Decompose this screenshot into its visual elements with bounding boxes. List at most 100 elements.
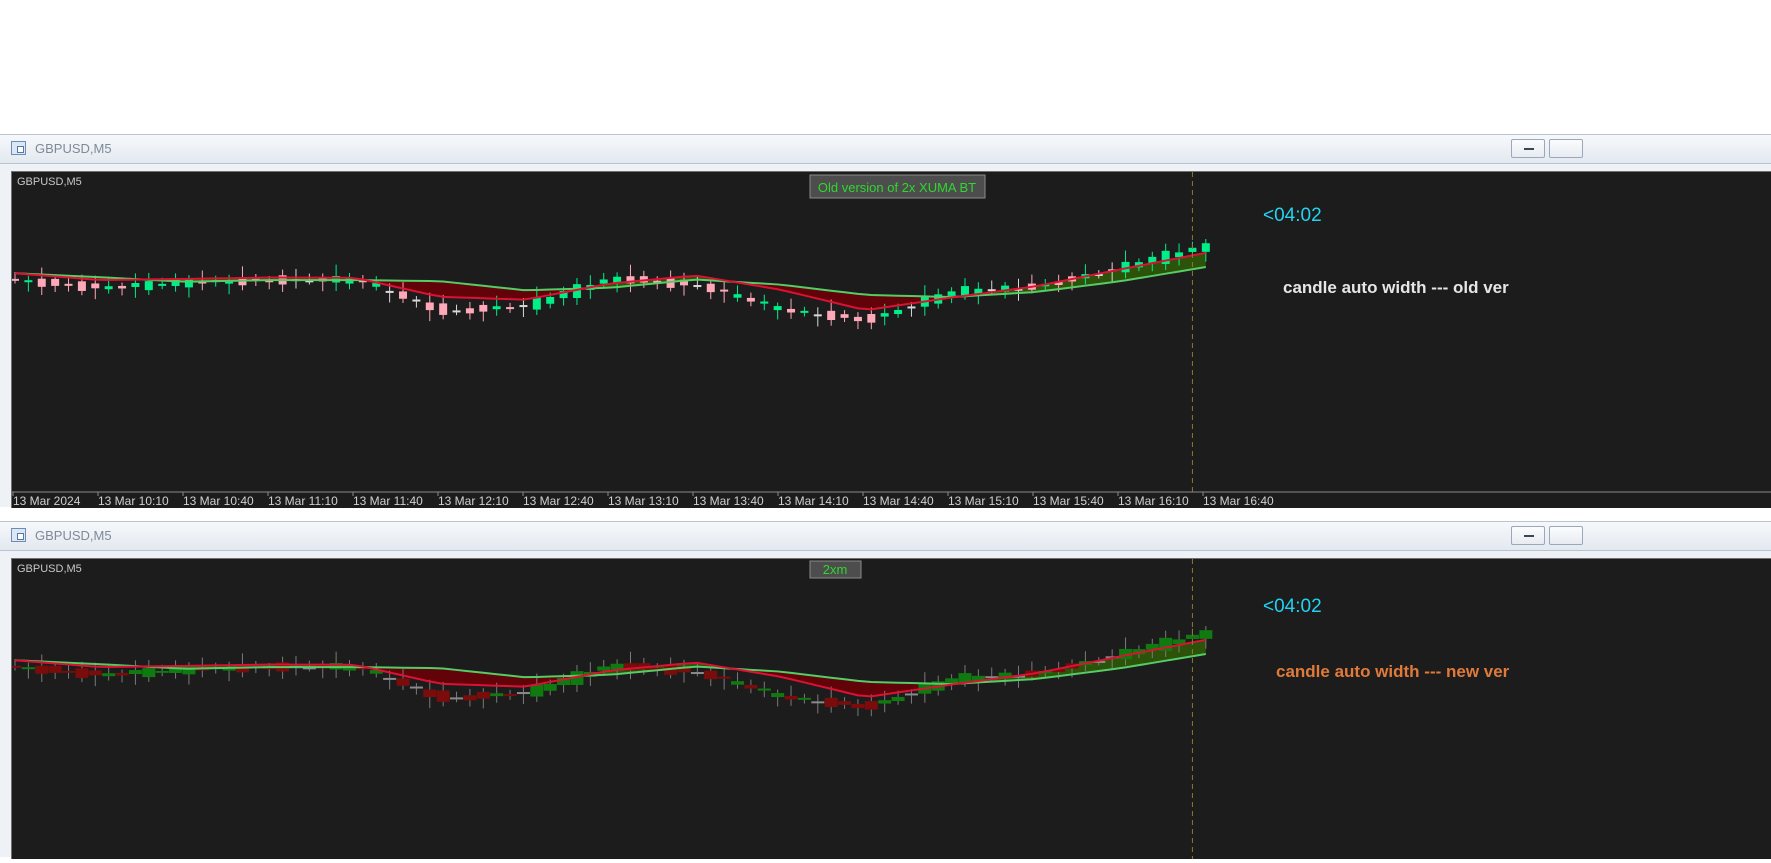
candle-body xyxy=(91,283,100,289)
candle-body xyxy=(184,279,193,288)
candle-body xyxy=(425,302,434,311)
minimize-icon xyxy=(1524,535,1534,537)
candle-body xyxy=(744,684,758,689)
candle-body xyxy=(51,278,60,286)
ma-ribbon-segment xyxy=(456,282,470,298)
indicator-banner-text: 2xm xyxy=(823,562,848,577)
candle-body xyxy=(853,316,862,322)
candle-body xyxy=(787,308,796,313)
candle-body xyxy=(102,673,116,677)
candle-body xyxy=(532,297,541,310)
candlestick-chart[interactable]: GBPUSD,M5 Old version of 2x XUMA BT <04:… xyxy=(12,172,1771,508)
candle-body xyxy=(824,697,838,708)
candle-body xyxy=(757,688,771,691)
candle-body xyxy=(907,306,916,309)
candle-body xyxy=(704,670,718,680)
candle-body xyxy=(21,667,35,670)
candle-body xyxy=(439,303,448,315)
candle-body xyxy=(690,672,704,675)
candle-body xyxy=(771,693,785,698)
candle-body xyxy=(490,693,504,697)
candle-body xyxy=(838,701,852,705)
chart-window-icon xyxy=(11,141,26,155)
time-axis-label: 13 Mar 12:40 xyxy=(523,494,594,508)
candle-body xyxy=(1175,252,1184,258)
time-axis-label: 13 Mar 12:10 xyxy=(438,494,509,508)
candle-body xyxy=(399,291,408,299)
window-title: GBPUSD,M5 xyxy=(35,141,112,156)
window-titlebar[interactable]: GBPUSD,M5 xyxy=(0,522,1771,551)
candle-body xyxy=(746,297,755,302)
maximize-button[interactable] xyxy=(1549,526,1583,545)
candle-body xyxy=(128,670,142,675)
candle-body xyxy=(24,280,33,283)
minimize-button[interactable] xyxy=(1511,139,1545,158)
candle-body xyxy=(383,677,397,680)
candle-body xyxy=(492,306,501,310)
chart-window-top[interactable]: GBPUSD,M5 GBPUSD,M5 Old version of 2x XU… xyxy=(0,134,1771,508)
window-title: GBPUSD,M5 xyxy=(35,528,112,543)
candle-body xyxy=(115,672,129,676)
candle-body xyxy=(519,305,528,308)
candle-body xyxy=(409,686,423,689)
symbol-label: GBPUSD,M5 xyxy=(17,563,82,575)
candle-body xyxy=(48,665,62,673)
candle-body xyxy=(452,310,461,313)
chart-window-bottom[interactable]: GBPUSD,M5 GBPUSD,M5 2xm <04:02 candle au… xyxy=(0,521,1771,859)
candle-body xyxy=(599,279,608,284)
ma-ribbon-segment xyxy=(857,680,872,697)
candle-body xyxy=(37,278,46,287)
candle-body xyxy=(760,301,769,304)
candle-body xyxy=(144,281,153,291)
candle-body xyxy=(155,670,169,673)
candle-body xyxy=(960,286,969,296)
candle-body xyxy=(773,306,782,311)
time-axis: 13 Mar 2024 13 Mar 10:10 13 Mar 10:40 13 Ma… xyxy=(12,491,1771,508)
time-axis-label: 13 Mar 14:10 xyxy=(778,494,849,508)
candle-body xyxy=(1199,630,1213,639)
ma-ribbon-segment xyxy=(857,293,872,310)
candle-body xyxy=(880,313,889,317)
candle-body xyxy=(77,281,86,291)
candle-body xyxy=(720,289,729,292)
minimize-icon xyxy=(1524,148,1534,150)
maximize-button[interactable] xyxy=(1549,139,1583,158)
candle-body xyxy=(597,666,611,671)
price-chart[interactable]: GBPUSD,M5 2xm <04:02 candle auto width -… xyxy=(11,558,1771,859)
candle-body xyxy=(543,684,557,691)
candle-body xyxy=(385,290,394,293)
candle-body xyxy=(158,283,167,286)
candle-body xyxy=(412,299,421,302)
candle-body xyxy=(827,310,836,321)
minimize-button[interactable] xyxy=(1511,526,1545,545)
time-axis-label: 13 Mar 15:10 xyxy=(948,494,1019,508)
time-axis-label: 13 Mar 16:10 xyxy=(1118,494,1189,508)
chart-plot xyxy=(12,559,1213,859)
chart-window-icon xyxy=(11,528,26,542)
ma-ribbon-segment xyxy=(456,669,470,685)
candle-body xyxy=(864,701,878,710)
window-titlebar[interactable]: GBPUSD,M5 xyxy=(0,135,1771,164)
candle-body xyxy=(797,697,811,700)
candle-body xyxy=(731,681,745,685)
indicator-banner-text: Old version of 2x XUMA BT xyxy=(818,180,976,195)
candlestick-chart[interactable]: GBPUSD,M5 2xm <04:02 candle auto width -… xyxy=(12,559,1771,859)
candle-body xyxy=(813,314,822,317)
candle-body xyxy=(546,297,555,304)
price-chart[interactable]: GBPUSD,M5 Old version of 2x XUMA BT <04:… xyxy=(11,171,1771,508)
candle-body xyxy=(706,283,715,293)
candle-body xyxy=(423,689,437,698)
candle-body xyxy=(436,690,450,702)
candle-body xyxy=(904,693,918,696)
time-axis-label: 13 Mar 13:40 xyxy=(693,494,764,508)
candle-body xyxy=(867,314,876,323)
time-axis-label: 13 Mar 14:40 xyxy=(863,494,934,508)
candle-body xyxy=(396,678,410,686)
candle-body xyxy=(894,309,903,315)
candle-body xyxy=(463,695,477,701)
candle-body xyxy=(1201,243,1210,252)
bar-timer: <04:02 xyxy=(1263,205,1322,226)
time-axis-label: 13 Mar 13:10 xyxy=(608,494,679,508)
candle-body xyxy=(945,678,959,683)
candle-body xyxy=(717,676,731,679)
